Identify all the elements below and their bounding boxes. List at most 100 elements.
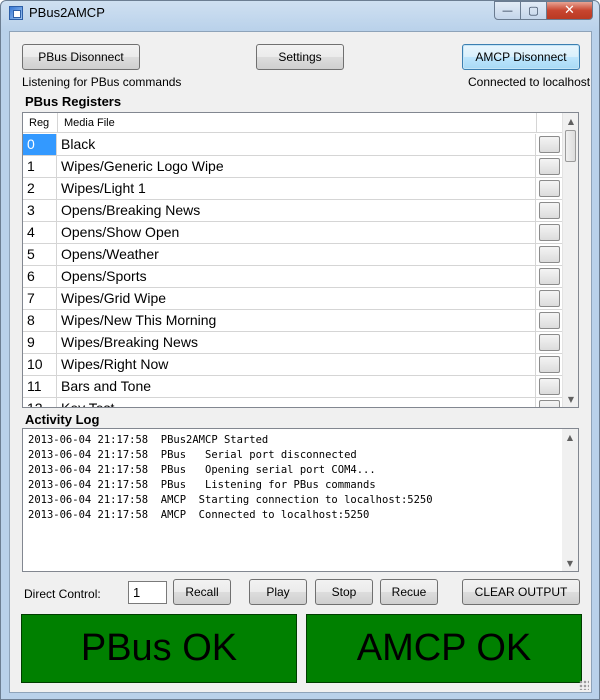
- table-row[interactable]: 5 Opens/Weather: [23, 244, 563, 266]
- direct-control-label: Direct Control:: [24, 587, 101, 601]
- log-lines: 2013-06-04 21:17:58 PBus2AMCP Started 201…: [28, 433, 433, 523]
- scroll-up-icon[interactable]: ▲: [563, 113, 578, 129]
- column-header-reg[interactable]: Reg: [23, 113, 58, 133]
- table-row[interactable]: 6 Opens/Sports: [23, 266, 563, 288]
- table-row[interactable]: 11 Bars and Tone: [23, 376, 563, 398]
- media-file-cell[interactable]: Wipes/Light 1: [58, 178, 536, 199]
- title-bar[interactable]: PBus2AMCP — ▢ ✕: [1, 1, 599, 25]
- row-action-button[interactable]: [539, 378, 560, 395]
- row-action-button[interactable]: [539, 246, 560, 263]
- app-window: PBus2AMCP — ▢ ✕ PBus Disonnect Listening…: [0, 0, 600, 700]
- stop-button[interactable]: Stop: [315, 579, 373, 605]
- media-file-cell[interactable]: Opens/Weather: [58, 244, 536, 265]
- close-button[interactable]: ✕: [547, 1, 593, 20]
- row-action-button[interactable]: [539, 268, 560, 285]
- reg-cell[interactable]: 11: [23, 376, 57, 397]
- scroll-down-icon[interactable]: ▼: [563, 391, 578, 407]
- media-file-cell[interactable]: Wipes/New This Morning: [58, 310, 536, 331]
- log-line: 2013-06-04 21:17:58 PBus Opening serial …: [28, 464, 376, 476]
- row-action-button[interactable]: [539, 356, 560, 373]
- recall-button[interactable]: Recall: [173, 579, 231, 605]
- media-file-cell[interactable]: Wipes/Breaking News: [58, 332, 536, 353]
- table-row[interactable]: 10 Wipes/Right Now: [23, 354, 563, 376]
- table-row[interactable]: 4 Opens/Show Open: [23, 222, 563, 244]
- row-action-button[interactable]: [539, 334, 560, 351]
- reg-cell[interactable]: 4: [23, 222, 57, 243]
- table-row[interactable]: 1 Wipes/Generic Logo Wipe: [23, 156, 563, 178]
- log-scroll-up-icon[interactable]: ▲: [562, 429, 578, 445]
- registers-heading: PBus Registers: [25, 94, 122, 109]
- reg-cell[interactable]: 0: [23, 134, 57, 155]
- table-row[interactable]: 3 Opens/Breaking News: [23, 200, 563, 222]
- row-action-button[interactable]: [539, 180, 560, 197]
- grid-rows: 0 Black 1 Wipes/Generic Logo Wipe 2 Wipes/Lig…: [23, 134, 563, 407]
- media-file-cell[interactable]: Wipes/Generic Logo Wipe: [58, 156, 536, 177]
- row-action-button[interactable]: [539, 136, 560, 153]
- log-line: 2013-06-04 21:17:58 AMCP Connected to lo…: [28, 509, 370, 521]
- minimize-icon: —: [502, 4, 513, 17]
- table-row[interactable]: 2 Wipes/Light 1: [23, 178, 563, 200]
- pbus-status-panel: PBus OK: [21, 614, 297, 683]
- maximize-button[interactable]: ▢: [521, 1, 547, 20]
- media-file-cell[interactable]: Black: [58, 134, 536, 155]
- play-button[interactable]: Play: [249, 579, 307, 605]
- media-file-cell[interactable]: Opens/Show Open: [58, 222, 536, 243]
- log-line: 2013-06-04 21:17:58 AMCP Starting connec…: [28, 494, 433, 506]
- table-row[interactable]: 8 Wipes/New This Morning: [23, 310, 563, 332]
- registers-scrollbar[interactable]: ▲ ▼: [562, 113, 578, 407]
- direct-control-input[interactable]: 1: [128, 581, 167, 604]
- table-row[interactable]: 7 Wipes/Grid Wipe: [23, 288, 563, 310]
- log-line: 2013-06-04 21:17:58 PBus Serial port dis…: [28, 449, 357, 461]
- settings-button[interactable]: Settings: [256, 44, 344, 70]
- minimize-button[interactable]: —: [494, 1, 521, 20]
- maximize-icon: ▢: [528, 4, 539, 17]
- client-area: PBus Disonnect Listening for PBus comman…: [9, 31, 592, 693]
- row-action-button[interactable]: [539, 400, 560, 407]
- amcp-status-panel: AMCP OK: [306, 614, 582, 683]
- column-header-media-file[interactable]: Media File: [58, 113, 537, 133]
- close-icon: ✕: [564, 3, 575, 18]
- media-file-cell[interactable]: Wipes/Grid Wipe: [58, 288, 536, 309]
- row-action-button[interactable]: [539, 290, 560, 307]
- recue-button[interactable]: Recue: [380, 579, 438, 605]
- reg-cell[interactable]: 5: [23, 244, 57, 265]
- row-action-button[interactable]: [539, 202, 560, 219]
- amcp-disconnect-button[interactable]: AMCP Disonnect: [462, 44, 580, 70]
- registers-grid[interactable]: Reg Media File 0 Black 1 Wipes/Generic Logo…: [22, 112, 579, 408]
- table-row[interactable]: 0 Black: [23, 134, 563, 156]
- log-heading: Activity Log: [25, 412, 100, 427]
- media-file-cell[interactable]: Wipes/Right Now: [58, 354, 536, 375]
- scroll-thumb[interactable]: [565, 130, 576, 162]
- media-file-cell[interactable]: Bars and Tone: [58, 376, 536, 397]
- table-row[interactable]: 12 Key Test: [23, 398, 563, 407]
- row-action-button[interactable]: [539, 312, 560, 329]
- pbus-disconnect-button[interactable]: PBus Disonnect: [22, 44, 140, 70]
- app-icon: [9, 6, 23, 20]
- media-file-cell[interactable]: Opens/Breaking News: [58, 200, 536, 221]
- activity-log[interactable]: 2013-06-04 21:17:58 PBus2AMCP Started 201…: [22, 428, 579, 572]
- row-action-button[interactable]: [539, 158, 560, 175]
- media-file-cell[interactable]: Key Test: [58, 398, 536, 407]
- reg-cell[interactable]: 10: [23, 354, 57, 375]
- reg-cell[interactable]: 6: [23, 266, 57, 287]
- resize-grip-icon[interactable]: [579, 680, 589, 690]
- window-controls: — ▢ ✕: [494, 1, 593, 20]
- reg-cell[interactable]: 2: [23, 178, 57, 199]
- window-title: PBus2AMCP: [29, 5, 105, 20]
- reg-cell[interactable]: 9: [23, 332, 57, 353]
- reg-cell[interactable]: 8: [23, 310, 57, 331]
- reg-cell[interactable]: 12: [23, 398, 57, 407]
- log-scroll-down-icon[interactable]: ▼: [562, 555, 578, 571]
- row-action-button[interactable]: [539, 224, 560, 241]
- media-file-cell[interactable]: Opens/Sports: [58, 266, 536, 287]
- reg-cell[interactable]: 3: [23, 200, 57, 221]
- log-scrollbar[interactable]: ▲ ▼: [562, 429, 578, 571]
- grid-header: Reg Media File: [23, 113, 563, 133]
- log-line: 2013-06-04 21:17:58 PBus Listening for P…: [28, 479, 376, 491]
- reg-cell[interactable]: 7: [23, 288, 57, 309]
- clear-output-button[interactable]: CLEAR OUTPUT: [462, 579, 580, 605]
- reg-cell[interactable]: 1: [23, 156, 57, 177]
- log-line: 2013-06-04 21:17:58 PBus2AMCP Started: [28, 434, 269, 446]
- amcp-status-label: Connected to localhost: [468, 75, 591, 89]
- table-row[interactable]: 9 Wipes/Breaking News: [23, 332, 563, 354]
